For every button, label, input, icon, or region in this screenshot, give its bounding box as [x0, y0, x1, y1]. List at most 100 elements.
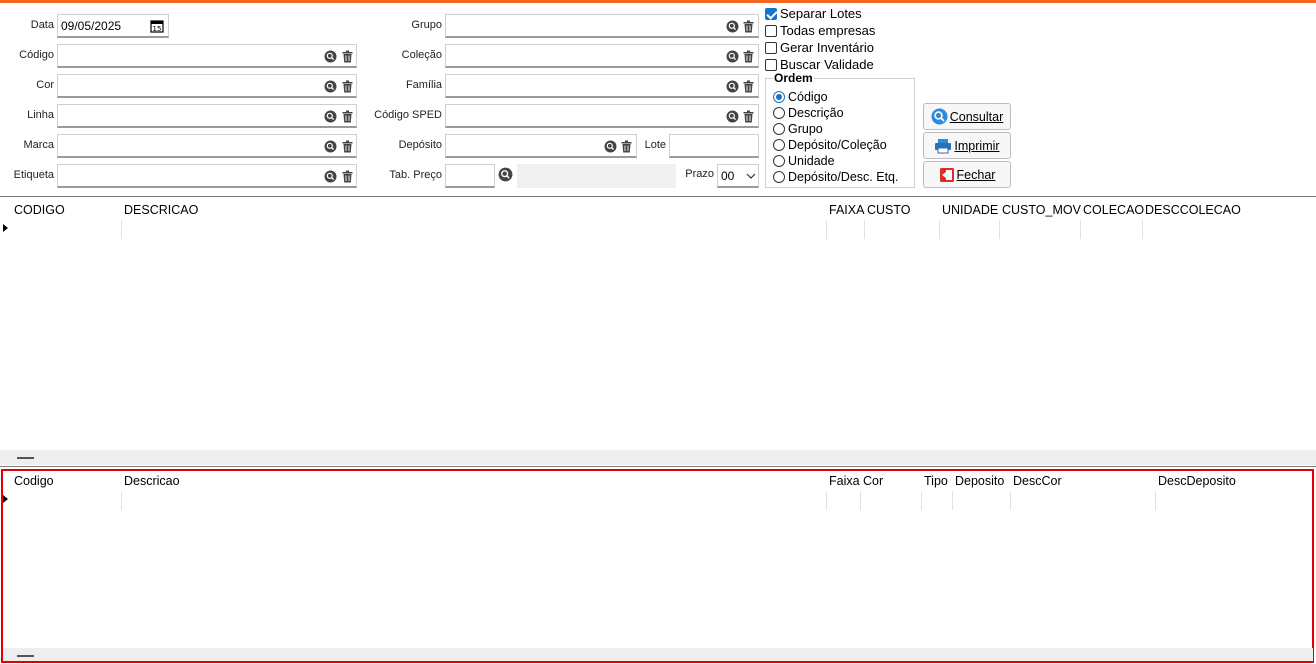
trash-icon[interactable]: [341, 140, 354, 153]
todas-empresas-label: Todas empresas: [780, 23, 876, 38]
column-header[interactable]: DESCRICAO: [121, 203, 198, 223]
collapse-handle-icon[interactable]: [17, 457, 34, 459]
radio-unselected[interactable]: [773, 171, 785, 183]
codigo-field[interactable]: [57, 44, 357, 68]
imprimir-button[interactable]: Imprimir: [923, 132, 1011, 159]
fechar-label: Fechar: [956, 167, 996, 182]
column-header[interactable]: Tipo: [921, 474, 948, 494]
checkbox-unchecked[interactable]: [765, 41, 777, 54]
search-icon[interactable]: [726, 50, 739, 63]
column-header[interactable]: CUSTO: [864, 203, 911, 223]
search-icon[interactable]: [324, 140, 337, 153]
calendar-icon[interactable]: 15: [150, 19, 164, 33]
trash-icon[interactable]: [742, 50, 755, 63]
radio-unselected[interactable]: [773, 155, 785, 167]
svg-text:15: 15: [153, 25, 162, 33]
ordem-label: Depósito/Desc. Etq.: [788, 170, 899, 184]
ordem-radio-deposito-colecao[interactable]: Depósito/Coleção: [773, 138, 887, 152]
marca-field[interactable]: [57, 134, 357, 158]
buscar-validade-checkbox[interactable]: Buscar Validade: [765, 57, 874, 72]
todas-empresas-checkbox[interactable]: Todas empresas: [765, 23, 875, 38]
column-header[interactable]: COLECAO: [1080, 203, 1144, 223]
trash-icon[interactable]: [742, 20, 755, 33]
colecao-field[interactable]: [445, 44, 759, 68]
column-header[interactable]: UNIDADE: [939, 203, 998, 223]
column-header[interactable]: DescCor: [1010, 474, 1062, 494]
trash-icon[interactable]: [341, 50, 354, 63]
trash-icon[interactable]: [341, 80, 354, 93]
trash-icon[interactable]: [742, 80, 755, 93]
trash-icon[interactable]: [341, 170, 354, 183]
ordem-radio-unidade[interactable]: Unidade: [773, 154, 835, 168]
trash-icon[interactable]: [742, 110, 755, 123]
search-icon[interactable]: [324, 50, 337, 63]
linha-label: Linha: [27, 109, 54, 121]
column-header[interactable]: DescDeposito: [1155, 474, 1236, 494]
prazo-select[interactable]: 00: [717, 164, 759, 188]
column-divider: [121, 491, 122, 510]
codigo-sped-field[interactable]: [445, 104, 759, 128]
gerar-inventario-checkbox[interactable]: Gerar Inventário: [765, 40, 874, 55]
tab-preco-description: [517, 164, 676, 188]
column-header[interactable]: DESCCOLECAO: [1142, 203, 1241, 223]
grid-top-separator: [0, 196, 1316, 197]
column-header[interactable]: Deposito: [952, 474, 1004, 494]
deposito-field[interactable]: [445, 134, 637, 158]
search-icon[interactable]: [604, 140, 617, 153]
date-field[interactable]: 09/05/2025 15: [57, 14, 169, 38]
separar-lotes-checkbox[interactable]: Separar Lotes: [765, 6, 862, 21]
grid-top[interactable]: CODIGO DESCRICAO FAIXA CUSTO UNIDADE CUS…: [0, 198, 1316, 450]
column-divider: [860, 491, 861, 510]
column-header[interactable]: FAIXA: [826, 203, 864, 223]
tab-preco-label: Tab. Preço: [389, 169, 442, 181]
column-header[interactable]: Descricao: [121, 474, 180, 494]
radio-selected[interactable]: [773, 91, 785, 103]
fechar-button[interactable]: Fechar: [923, 161, 1011, 188]
column-header[interactable]: CUSTO_MOV: [999, 203, 1081, 223]
etiqueta-label: Etiqueta: [13, 169, 54, 181]
column-divider: [921, 491, 922, 510]
row-indicator-icon: [3, 495, 8, 503]
radio-unselected[interactable]: [773, 107, 785, 119]
column-divider: [1080, 220, 1081, 239]
ordem-title: Ordem: [773, 71, 814, 85]
column-divider: [1142, 220, 1143, 239]
radio-unselected[interactable]: [773, 139, 785, 151]
ordem-radio-deposito-desc-etq[interactable]: Depósito/Desc. Etq.: [773, 170, 898, 184]
etiqueta-field[interactable]: [57, 164, 357, 188]
grid-bottom[interactable]: Codigo Descricao Faixa Cor Tipo Deposito…: [0, 471, 1316, 647]
column-header[interactable]: CODIGO: [11, 203, 65, 223]
search-icon[interactable]: [324, 80, 337, 93]
search-icon[interactable]: [498, 167, 513, 182]
grid-bottom-footer: [3, 648, 1313, 661]
consultar-button[interactable]: Consultar: [923, 103, 1011, 130]
checkbox-unchecked[interactable]: [765, 58, 777, 71]
lote-field[interactable]: [669, 134, 759, 158]
column-header[interactable]: Cor: [860, 474, 883, 494]
search-icon[interactable]: [324, 110, 337, 123]
splitter[interactable]: [0, 466, 1316, 467]
trash-icon[interactable]: [620, 140, 633, 153]
checkbox-unchecked[interactable]: [765, 24, 777, 37]
linha-field[interactable]: [57, 104, 357, 128]
search-icon[interactable]: [726, 110, 739, 123]
checkbox-checked[interactable]: [765, 7, 777, 20]
ordem-radio-descricao[interactable]: Descrição: [773, 106, 844, 120]
search-icon[interactable]: [324, 170, 337, 183]
column-header[interactable]: Codigo: [11, 474, 54, 494]
trash-icon[interactable]: [341, 110, 354, 123]
codigo-sped-label: Código SPED: [374, 109, 442, 121]
ordem-radio-grupo[interactable]: Grupo: [773, 122, 823, 136]
search-icon[interactable]: [726, 20, 739, 33]
ordem-radio-codigo[interactable]: Código: [773, 90, 828, 104]
date-label: Data: [30, 19, 54, 31]
radio-unselected[interactable]: [773, 123, 785, 135]
grupo-field[interactable]: [445, 14, 759, 38]
cor-field[interactable]: [57, 74, 357, 98]
column-header[interactable]: Faixa: [826, 474, 860, 494]
collapse-handle-icon[interactable]: [17, 655, 34, 657]
grid-top-footer: [0, 450, 1316, 465]
familia-field[interactable]: [445, 74, 759, 98]
tab-preco-field[interactable]: [445, 164, 495, 188]
search-icon[interactable]: [726, 80, 739, 93]
